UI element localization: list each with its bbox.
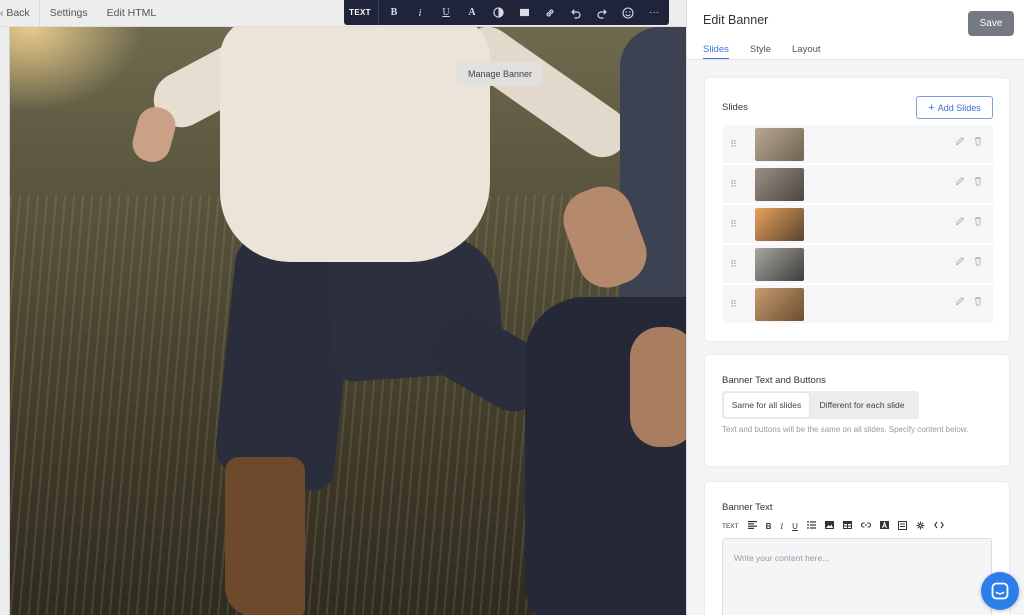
chat-icon <box>991 582 1009 600</box>
manage-banner-button[interactable]: Manage Banner <box>457 62 543 86</box>
italic-button[interactable]: I <box>780 522 783 531</box>
slide-actions <box>951 216 987 229</box>
toolbar-divider <box>378 0 379 25</box>
trash-icon[interactable] <box>969 256 987 269</box>
content-mode-toggle: Same for all slides Different for each s… <box>722 391 919 419</box>
slide-row[interactable]: ⠿ <box>723 125 993 163</box>
photo-shape <box>620 27 686 327</box>
drag-handle-icon[interactable]: ⠿ <box>723 259 743 270</box>
more-options-button[interactable]: ··· <box>641 0 667 25</box>
image-icon[interactable] <box>824 521 834 531</box>
pencil-icon[interactable] <box>951 176 969 189</box>
plus-icon: + <box>928 101 935 114</box>
pencil-icon[interactable] <box>951 216 969 229</box>
slide-thumbnail <box>755 287 804 321</box>
text-style-button[interactable]: TEXT <box>722 523 739 530</box>
photo-shape <box>220 27 490 262</box>
slide-actions <box>951 256 987 269</box>
same-for-all-slides-option[interactable]: Same for all slides <box>724 393 809 417</box>
back-label: Back <box>6 7 30 19</box>
bold-button[interactable]: B <box>381 0 407 25</box>
photo-shape <box>630 327 686 447</box>
editor-gutter <box>0 27 10 615</box>
save-button[interactable]: Save <box>968 11 1014 36</box>
slide-row[interactable]: ⠿ <box>723 285 993 323</box>
photo-shape <box>225 457 305 615</box>
embed-icon[interactable] <box>897 520 907 532</box>
banner-text-buttons-card: Banner Text and Buttons Same for all sli… <box>704 354 1010 467</box>
pencil-icon[interactable] <box>951 136 969 149</box>
emoji-icon[interactable] <box>615 0 641 25</box>
slide-thumbnail <box>755 127 804 161</box>
slide-row[interactable]: ⠿ <box>723 205 993 243</box>
content-mode-help-text: Text and buttons will be the same on all… <box>722 425 969 434</box>
drag-handle-icon[interactable]: ⠿ <box>723 299 743 310</box>
back-button[interactable]: ‹ Back <box>0 0 40 26</box>
redo-icon[interactable] <box>589 0 615 25</box>
underline-button[interactable]: U <box>433 0 459 25</box>
trash-icon[interactable] <box>969 176 987 189</box>
slide-actions <box>951 176 987 189</box>
slides-card: Slides + Add Slides ⠿ ⠿ ⠿ ⠿ ⠿ <box>704 77 1010 342</box>
editor-placeholder: Write your content here... <box>734 553 830 563</box>
edit-banner-panel: Edit Banner Save Slides Style Layout Sli… <box>686 0 1024 615</box>
edit-html-link[interactable]: Edit HTML <box>107 0 157 26</box>
trash-icon[interactable] <box>969 136 987 149</box>
pencil-icon[interactable] <box>951 256 969 269</box>
code-view-icon[interactable] <box>933 521 944 531</box>
trash-icon[interactable] <box>969 296 987 309</box>
format-toolbar: TEXT B i U A ··· <box>344 0 669 25</box>
panel-header: Edit Banner Save Slides Style Layout <box>687 0 1024 60</box>
background-color-icon[interactable] <box>511 0 537 25</box>
bold-button[interactable]: B <box>766 522 772 531</box>
font-color-icon[interactable] <box>879 521 889 531</box>
align-icon[interactable] <box>747 521 757 531</box>
special-character-icon[interactable] <box>916 521 925 532</box>
rich-text-toolbar: TEXT B I U <box>722 520 953 532</box>
list-icon[interactable] <box>806 521 816 531</box>
slide-thumbnail <box>755 207 804 241</box>
tab-slides[interactable]: Slides <box>703 44 729 59</box>
different-for-each-slide-option[interactable]: Different for each slide <box>809 393 915 417</box>
trash-icon[interactable] <box>969 216 987 229</box>
slides-heading: Slides <box>722 102 748 113</box>
underline-button[interactable]: U <box>792 522 798 531</box>
table-icon[interactable] <box>842 521 852 531</box>
drag-handle-icon[interactable]: ⠿ <box>723 139 743 150</box>
drag-handle-icon[interactable]: ⠿ <box>723 219 743 230</box>
slide-list: ⠿ ⠿ ⠿ ⠿ ⠿ <box>723 125 993 325</box>
add-slides-label: Add Slides <box>937 102 981 113</box>
banner-text-heading: Banner Text <box>722 502 773 513</box>
add-slides-button[interactable]: + Add Slides <box>916 96 993 119</box>
undo-icon[interactable] <box>563 0 589 25</box>
banner-text-card: Banner Text TEXT B I U Write your conten… <box>704 481 1010 615</box>
chevron-left-icon: ‹ <box>0 7 4 19</box>
banner-text-buttons-heading: Banner Text and Buttons <box>722 375 826 386</box>
slide-row[interactable]: ⠿ <box>723 165 993 203</box>
link-icon[interactable] <box>537 0 563 25</box>
font-color-button[interactable]: A <box>459 0 485 25</box>
drag-handle-icon[interactable]: ⠿ <box>723 179 743 190</box>
chat-support-button[interactable] <box>981 572 1019 610</box>
banner-text-editor[interactable]: Write your content here... <box>722 538 992 615</box>
banner-preview-image[interactable] <box>10 27 686 615</box>
tab-layout[interactable]: Layout <box>792 44 821 59</box>
text-style-button[interactable]: TEXT <box>344 0 376 25</box>
slide-actions <box>951 296 987 309</box>
slide-actions <box>951 136 987 149</box>
slide-row[interactable]: ⠿ <box>723 245 993 283</box>
panel-title: Edit Banner <box>703 13 769 27</box>
contrast-icon[interactable] <box>485 0 511 25</box>
tab-style[interactable]: Style <box>750 44 771 59</box>
italic-button[interactable]: i <box>407 0 433 25</box>
pencil-icon[interactable] <box>951 296 969 309</box>
slide-thumbnail <box>755 247 804 281</box>
link-icon[interactable] <box>860 521 871 531</box>
panel-tabs: Slides Style Layout <box>703 44 842 59</box>
slide-thumbnail <box>755 167 804 201</box>
settings-link[interactable]: Settings <box>50 0 88 26</box>
